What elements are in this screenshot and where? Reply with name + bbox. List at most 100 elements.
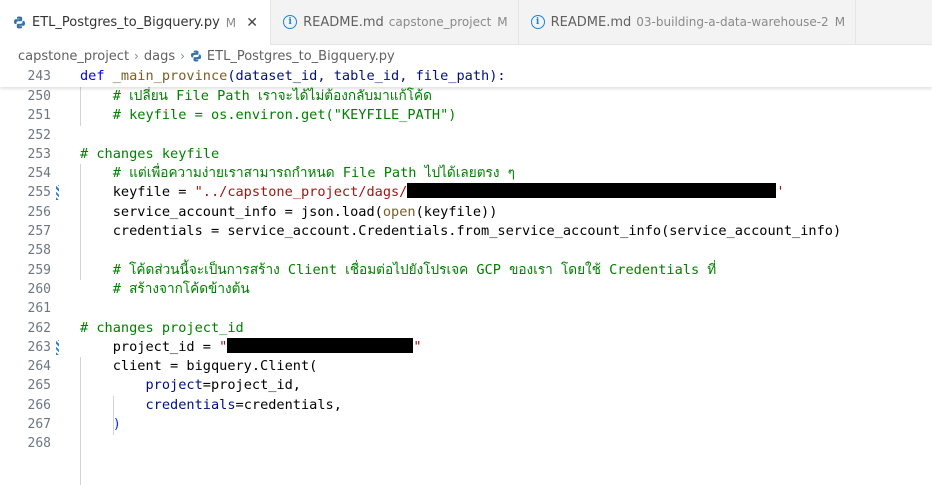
code-text: credentials=credentials, (80, 396, 342, 415)
tab-etl-postgres-to-bigquery[interactable]: ETL_Postgres_to_Bigquery.py M ✕ (0, 0, 272, 45)
function-name: open (382, 203, 416, 220)
chevron-right-icon: › (134, 49, 139, 63)
code-text: credentials = service_account.Credential… (80, 223, 842, 240)
redaction-block (407, 183, 777, 199)
breadcrumb: capstone_project › dags › ETL_Postgres_t… (18, 46, 395, 66)
string-literal: " (219, 338, 228, 355)
line-number: 256 (27, 204, 51, 220)
line-number: 265 (27, 378, 51, 394)
keyword-argument: credentials (145, 396, 236, 413)
line-number: 254 (27, 166, 51, 182)
code-text: service_account_info = json.load(open(ke… (80, 203, 498, 222)
string-literal: "../capstone_project/dags/ (194, 184, 408, 201)
tab-description: 03-building-a-data-warehouse-2 (636, 15, 829, 29)
line-number: 262 (27, 320, 51, 336)
tab-label: README.md (550, 14, 632, 30)
line-number: 264 (27, 359, 51, 375)
code-text: project_id = " " (80, 337, 422, 357)
modified-indicator: M (497, 15, 508, 29)
line-number: 251 (27, 108, 51, 124)
info-icon: i (530, 15, 545, 29)
line-number: 257 (27, 224, 51, 240)
redaction-block (227, 337, 414, 353)
code-line-258: 258 (0, 241, 932, 260)
modified-indicator: M (225, 15, 237, 30)
code-token: keyfile = (80, 184, 195, 201)
line-number: 252 (27, 127, 51, 143)
code-line-254: 254 # แต่เพื่อความง่ายเราสามารถกำหนด Fil… (0, 164, 932, 183)
function-params: (dataset_id, table_id, file_path): (227, 68, 506, 84)
close-icon[interactable]: ✕ (244, 15, 260, 31)
code-line-257: 257 credentials = service_account.Creden… (0, 222, 932, 241)
code-token: =credentials, (235, 396, 342, 413)
code-line-262: 262 # changes project_id (0, 319, 932, 338)
tab-readme-data-warehouse[interactable]: i README.md 03-building-a-data-warehouse… (519, 0, 857, 44)
code-text: ) (80, 415, 121, 434)
code-line-263: 263 project_id = " " (0, 337, 932, 357)
breadcrumb-folder-capstone-project[interactable]: capstone_project (18, 49, 129, 64)
code-line-260: 260 # สร้างจากโค้ดข้างต้น (0, 280, 932, 299)
code-token: (keyfile)) (415, 203, 498, 220)
line-number: 263 (27, 339, 51, 355)
string-literal: ' (776, 184, 785, 201)
line-number: 243 (27, 69, 51, 84)
code-editor[interactable]: 250 # เปลี่ยน File Path เราจะได้ไม่ต้องก… (0, 87, 932, 485)
tab-readme-capstone-project[interactable]: i README.md capstone_project M (271, 0, 519, 44)
code-token: project_id = (80, 338, 220, 355)
line-number: 266 (27, 397, 51, 413)
line-number: 258 (27, 243, 51, 259)
comment: # เปลี่ยน File Path เราจะได้ไม่ต้องกลับม… (80, 88, 432, 104)
line-number: 267 (27, 417, 51, 433)
string-literal: " (413, 338, 422, 355)
info-icon: i (283, 15, 298, 29)
code-token: =project_id, (202, 377, 301, 394)
editor-tab-bar: ETL_Postgres_to_Bigquery.py M ✕ i README… (0, 0, 932, 45)
chevron-right-icon: › (180, 49, 185, 63)
modified-line-marker[interactable] (56, 339, 59, 355)
line-number: 259 (27, 262, 51, 278)
modified-indicator: M (834, 15, 846, 29)
function-name: _main_province (112, 68, 228, 84)
code-line: def _main_province(dataset_id, table_id,… (80, 66, 506, 87)
python-icon (190, 50, 202, 62)
code-line-253: 253 # changes keyfile (0, 145, 932, 164)
python-icon (12, 16, 26, 30)
code-token: service_account_info = json.load( (80, 203, 383, 220)
code-text: keyfile = "../capstone_project/dags/ ' (80, 183, 785, 202)
line-number: 253 (27, 146, 51, 162)
code-line-261: 261 (0, 299, 932, 318)
tab-label: README.md (303, 14, 384, 30)
line-number: 261 (27, 301, 51, 317)
comment: # โค้ดส่วนนี้จะเป็นการสร้าง Client เชื่อ… (80, 261, 717, 278)
breadcrumb-folder-dags[interactable]: dags (144, 49, 175, 64)
sticky-scroll-line[interactable]: 243 def _main_province(dataset_id, table… (0, 66, 932, 87)
code-line-266: 266 credentials=credentials, (0, 396, 932, 415)
code-text: project=project_id, (80, 376, 301, 395)
keyword: def (80, 68, 105, 84)
code-line-268: 268 (0, 434, 932, 453)
comment: # changes keyfile (80, 145, 220, 162)
code-line-250: 250 # เปลี่ยน File Path เราจะได้ไม่ต้องก… (0, 87, 932, 106)
keyword-argument: project (145, 377, 203, 394)
comment: # keyfile = os.environ.get("KEYFILE_PATH… (80, 107, 457, 124)
code-line-264: 264 client = bigquery.Client( (0, 357, 932, 376)
breadcrumb-file[interactable]: ETL_Postgres_to_Bigquery.py (207, 49, 395, 64)
code-line-267: 267 ) (0, 415, 932, 434)
comment: # แต่เพื่อความง่ายเราสามารถกำหนด File Pa… (80, 165, 515, 182)
line-number: 255 (27, 185, 51, 201)
code-line-255: 255 keyfile = "../capstone_project/dags/… (0, 183, 932, 202)
code-line-256: 256 service_account_info = json.load(ope… (0, 203, 932, 222)
code-line-265: 265 project=project_id, (0, 376, 932, 395)
tab-description: capstone_project (388, 15, 492, 29)
line-number: 260 (27, 281, 51, 297)
code-text: client = bigquery.Client( (80, 358, 318, 375)
tab-label: ETL_Postgres_to_Bigquery.py (32, 15, 220, 30)
comment: # สร้างจากโค้ดข้างต้น (80, 280, 250, 297)
bracket: ) (112, 416, 121, 433)
modified-line-marker[interactable] (56, 185, 59, 201)
code-line-251: 251 # keyfile = os.environ.get("KEYFILE_… (0, 106, 932, 125)
code-line-252: 252 (0, 126, 932, 145)
